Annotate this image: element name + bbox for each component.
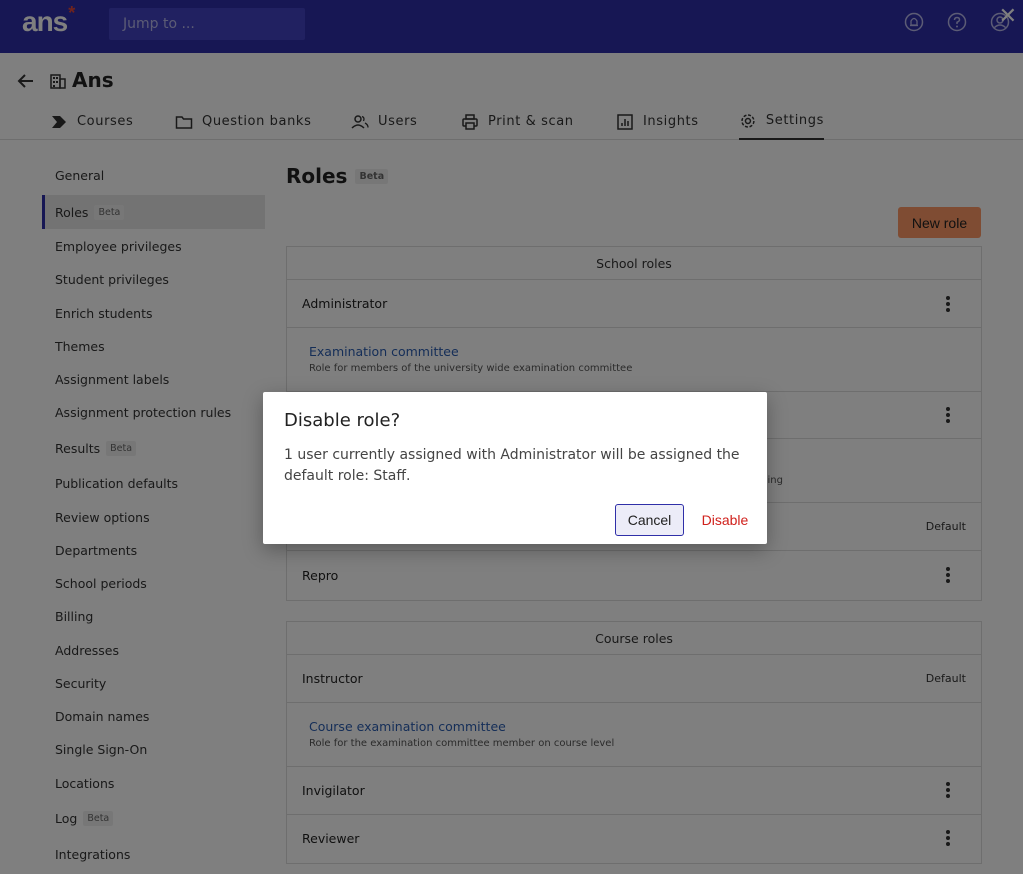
disable-role-dialog: Disable role? 1 user currently assigned … xyxy=(263,392,767,544)
dialog-title: Disable role? xyxy=(284,410,401,431)
cancel-button[interactable]: Cancel xyxy=(615,504,684,536)
disable-button[interactable]: Disable xyxy=(695,504,755,536)
dialog-message: 1 user currently assigned with Administr… xyxy=(284,447,740,484)
